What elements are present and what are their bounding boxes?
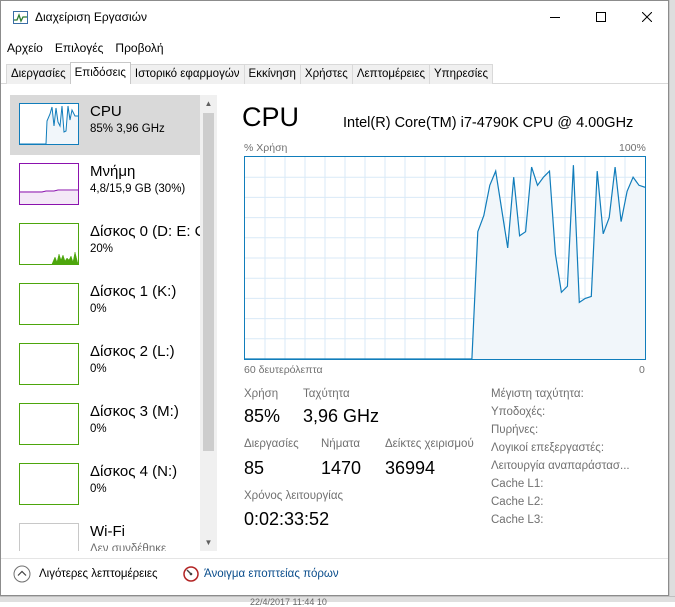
cpu-usage-svg (245, 157, 646, 360)
tab-startup[interactable]: Εκκίνηση (243, 64, 301, 84)
sidebar-item-sub: 0% (90, 303, 107, 315)
sidebar-item-disk-3[interactable]: Δίσκος 3 (M:) 0% (10, 395, 200, 455)
spec-cache-l1: Cache L1: (491, 478, 544, 490)
tab-performance[interactable]: Επιδόσεις (69, 62, 131, 84)
maximize-icon (596, 12, 606, 22)
processes-label: Διεργασίες (244, 438, 299, 450)
cpu-usage-graph (244, 156, 646, 360)
uptime-label: Χρόνος λειτουργίας (244, 490, 344, 502)
chevron-up-circle-icon[interactable] (13, 565, 31, 583)
cpu-thumbnail (19, 103, 79, 145)
spec-cache-l3: Cache L3: (491, 514, 544, 526)
task-manager-icon (13, 11, 28, 24)
minimize-button[interactable] (532, 1, 578, 33)
menu-options[interactable]: Επιλογές (49, 38, 110, 58)
close-icon (642, 12, 652, 22)
menu-bar: Αρχείο Επιλογές Προβολή (1, 38, 170, 58)
spec-cores: Πυρήνες: (491, 424, 539, 436)
sidebar-item-name: Δίσκος 3 (M:) (90, 403, 179, 420)
speed-value: 3,96 GHz (303, 406, 380, 426)
sidebar-item-sub: 0% (90, 423, 107, 435)
resource-monitor-icon[interactable] (183, 566, 199, 582)
menu-file[interactable]: Αρχείο (1, 38, 49, 58)
handles-value: 36994 (385, 458, 436, 478)
sidebar-item-sub: 85% 3,96 GHz (90, 123, 165, 135)
scroll-up-arrow-icon[interactable]: ▲ (200, 95, 217, 112)
sidebar-item-sub: 4,8/15,9 GB (30%) (90, 183, 186, 195)
sidebar-item-sub: 20% (90, 243, 114, 255)
scroll-down-arrow-icon[interactable]: ▼ (200, 534, 217, 551)
spec-max-speed: Μέγιστη ταχύτητα: (491, 388, 584, 400)
sidebar-item-disk-0[interactable]: Δίσκος 0 (D: E: C 20% (10, 215, 206, 275)
spec-sockets: Υποδοχές: (491, 406, 546, 418)
sidebar-item-name: CPU (90, 103, 122, 120)
disk1-thumbnail (19, 283, 79, 325)
sidebar-item-sub: Δεν συνδέθηκε (90, 543, 167, 551)
sidebar-item-memory[interactable]: Μνήμη 4,8/15,9 GB (30%) (10, 155, 200, 215)
memory-thumbnail (19, 163, 79, 205)
scroll-thumb[interactable] (203, 113, 214, 451)
sidebar-item-wifi[interactable]: Wi-Fi Δεν συνδέθηκε (10, 515, 200, 551)
sidebar-item-sub: 0% (90, 363, 107, 375)
tab-users[interactable]: Χρήστες (299, 64, 353, 84)
graph-label-usage: % Χρήση (244, 142, 288, 154)
threads-value: 1470 (321, 458, 362, 478)
uptime-value: 0:02:33:52 (244, 509, 330, 529)
spec-virtualization: Λειτουργία αναπαράστασ... (491, 460, 630, 472)
minimize-icon (550, 17, 560, 18)
speed-label: Ταχύτητα (303, 388, 350, 400)
threads-label: Νήματα (321, 438, 361, 450)
open-resource-monitor-link[interactable]: Άνοιγμα εποπτείας πόρων (204, 568, 339, 580)
usage-label: Χρήση (244, 388, 279, 400)
fewer-details-link[interactable]: Λιγότερες λεπτομέρειες (39, 568, 158, 580)
page-title: CPU (242, 102, 300, 132)
title-bar[interactable]: Διαχείριση Εργασιών (1, 1, 668, 33)
sidebar-scrollbar[interactable]: ▲ ▼ (200, 95, 217, 551)
sidebar-item-disk-2[interactable]: Δίσκος 2 (L:) 0% (10, 335, 200, 395)
disk0-thumbnail (19, 223, 79, 265)
spec-cache-l2: Cache L2: (491, 496, 544, 508)
window-title: Διαχείριση Εργασιών (35, 10, 148, 24)
tab-details[interactable]: Λεπτομέρειες (351, 64, 431, 84)
sidebar-item-name: Wi-Fi (90, 523, 125, 540)
disk3-thumbnail (19, 403, 79, 445)
sidebar-item-name: Δίσκος 0 (D: E: C (90, 223, 206, 240)
graph-label-max: 100% (619, 142, 646, 154)
background-window-strip: 22/4/2017 11:44 10 (0, 596, 675, 607)
background-text: 22/4/2017 11:44 10 (250, 597, 327, 607)
memory-thumbnail-graph (20, 189, 78, 204)
menu-view[interactable]: Προβολή (109, 38, 169, 58)
graph-time-label: 60 δευτερόλεπτα (244, 364, 323, 376)
disk2-thumbnail (19, 343, 79, 385)
tab-services[interactable]: Υπηρεσίες (429, 64, 494, 84)
disk0-thumbnail-graph (51, 251, 78, 264)
graph-zero-label: 0 (639, 364, 645, 376)
usage-value: 85% (244, 406, 281, 426)
tab-app-history[interactable]: Ιστορικό εφαρμογών (129, 64, 245, 84)
sidebar-item-disk-1[interactable]: Δίσκος 1 (K:) 0% (10, 275, 200, 335)
sidebar-item-name: Δίσκος 4 (N:) (90, 463, 178, 480)
resource-list: CPU 85% 3,96 GHz Μνήμη 4,8/15,9 GB (30%)… (10, 95, 215, 551)
spec-logical-processors: Λογικοί επεξεργαστές: (491, 442, 605, 454)
task-manager-window: Διαχείριση Εργασιών Αρχείο Επιλογές Προβ… (0, 0, 669, 596)
maximize-button[interactable] (578, 1, 624, 33)
tab-bar: Διεργασίες Επιδόσεις Ιστορικό εφαρμογών … (6, 62, 494, 84)
tab-processes[interactable]: Διεργασίες (6, 64, 71, 84)
window-shadow-right (669, 0, 675, 602)
sidebar-item-sub: 0% (90, 483, 107, 495)
footer-divider (1, 558, 668, 559)
wifi-thumbnail (19, 523, 79, 551)
sidebar-item-name: Δίσκος 1 (K:) (90, 283, 177, 300)
sidebar-item-disk-4[interactable]: Δίσκος 4 (N:) 0% (10, 455, 200, 515)
cpu-thumbnail-graph (20, 105, 78, 144)
sidebar-item-name: Δίσκος 2 (L:) (90, 343, 175, 360)
sidebar-item-cpu[interactable]: CPU 85% 3,96 GHz (10, 95, 200, 155)
processes-value: 85 (244, 458, 265, 478)
cpu-model: Intel(R) Core(TM) i7-4790K CPU @ 4.00GHz (343, 115, 634, 131)
close-button[interactable] (624, 1, 668, 33)
handles-label: Δείκτες χειρισμού (385, 438, 474, 450)
disk4-thumbnail (19, 463, 79, 505)
sidebar-item-name: Μνήμη (90, 163, 136, 180)
